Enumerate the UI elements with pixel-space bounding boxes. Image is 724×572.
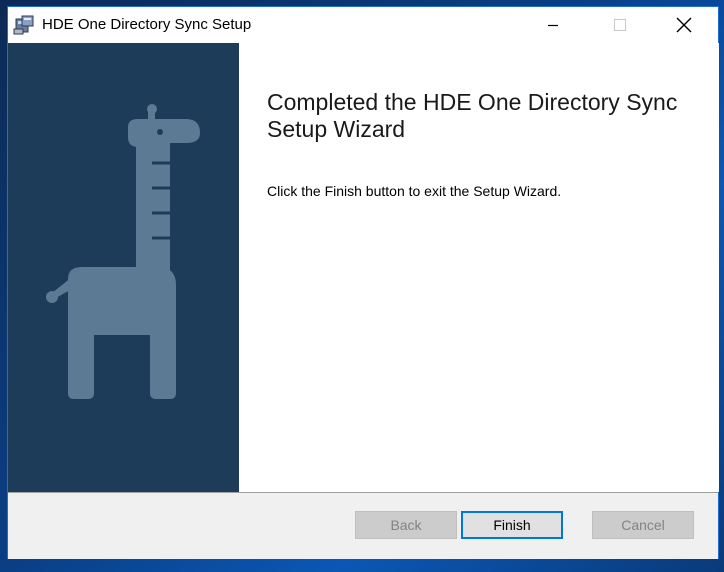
title-bar[interactable]: HDE One Directory Sync Setup	[8, 7, 718, 43]
maximize-icon	[614, 19, 626, 31]
cancel-button[interactable]: Cancel	[592, 511, 694, 539]
maximize-button[interactable]	[597, 7, 643, 43]
installer-icon	[13, 15, 35, 35]
minimize-icon	[547, 19, 559, 31]
close-icon	[676, 17, 692, 33]
giraffe-illustration	[8, 104, 239, 492]
back-button[interactable]: Back	[355, 511, 457, 539]
wizard-instructions: Click the Finish button to exit the Setu…	[267, 183, 562, 199]
wizard-footer: Back Finish Cancel	[8, 493, 718, 559]
wizard-side-banner	[8, 43, 239, 492]
setup-window: HDE One Directory Sync Setup Completed t…	[7, 6, 719, 559]
wizard-content: Completed the HDE One Directory Sync Set…	[239, 43, 719, 492]
window-title: HDE One Directory Sync Setup	[42, 16, 252, 33]
close-button[interactable]	[661, 7, 707, 43]
minimize-button[interactable]	[530, 7, 576, 43]
finish-button[interactable]: Finish	[461, 511, 563, 539]
page-title: Completed the HDE One Directory Sync Set…	[267, 89, 678, 142]
